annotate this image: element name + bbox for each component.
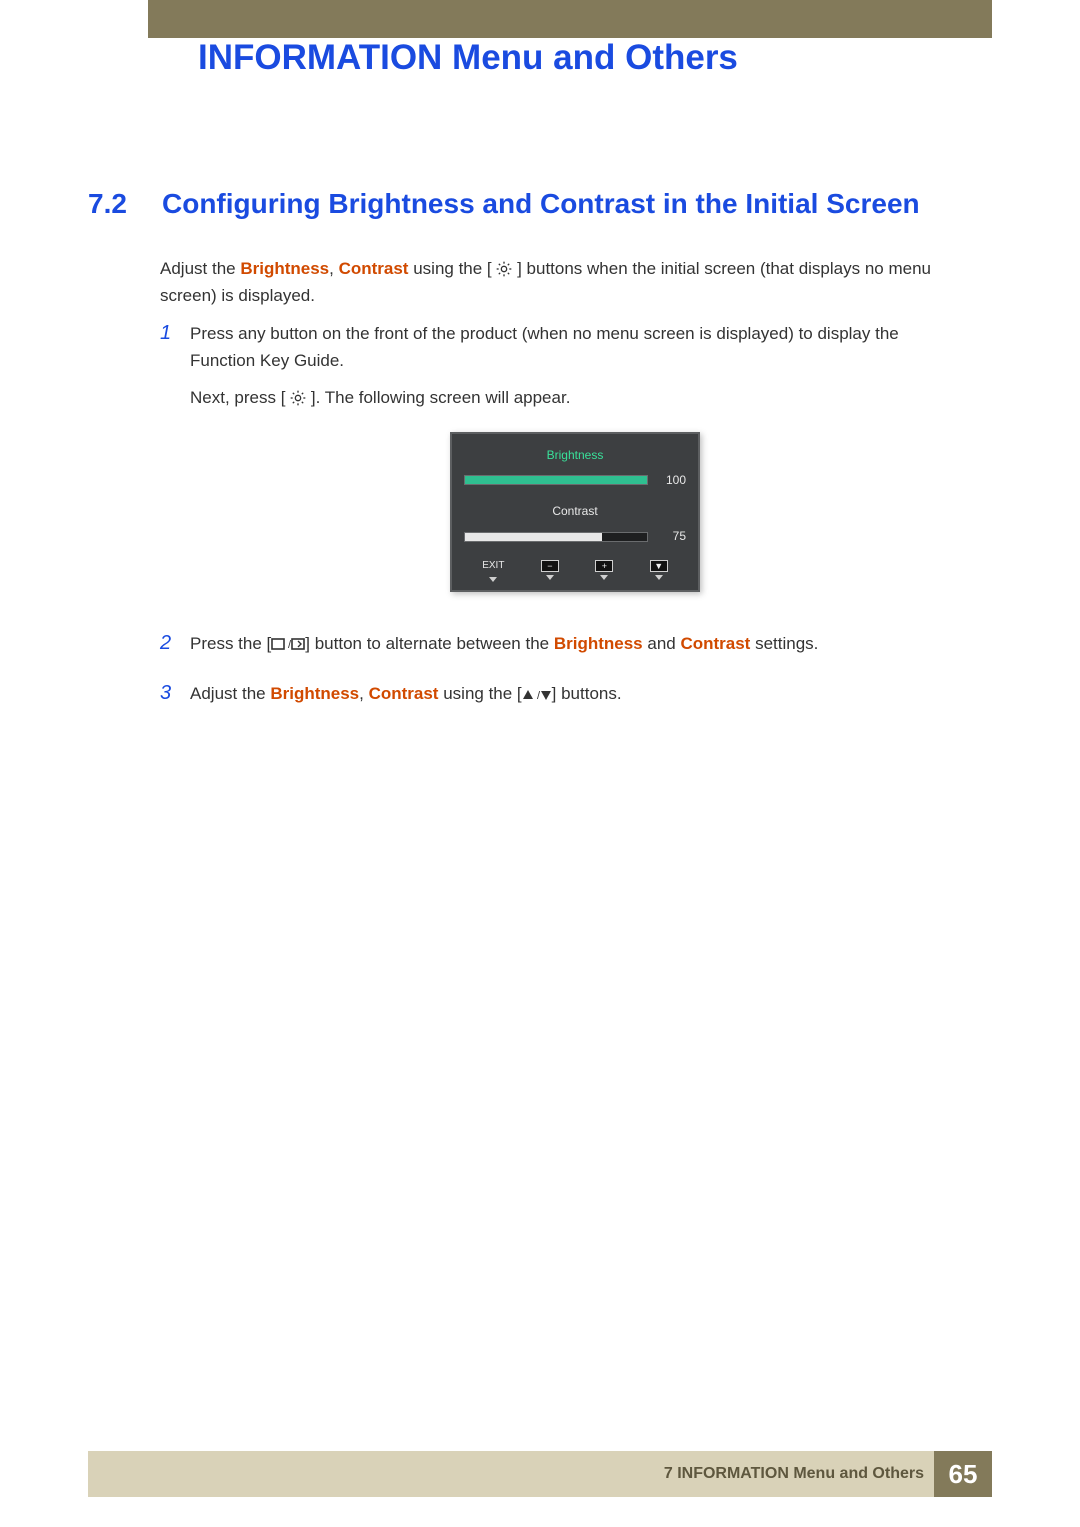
step-1-text: Press any button on the front of the pro… [190,320,960,374]
keyword-contrast: Contrast [369,684,439,703]
step-number: 2 [160,630,190,667]
step-2-text: settings. [750,634,818,653]
step-2: 2 Press the [/] button to alternate betw… [160,630,960,667]
sun-icon [496,259,512,278]
osd-brightness-value: 100 [658,471,686,490]
step-3-text: ] buttons. [552,684,622,703]
minus-icon: − [541,560,559,572]
step-3-text: using the [ [438,684,521,703]
footer-page-number: 65 [934,1451,992,1497]
osd-key-row: EXIT − + ▼ [464,558,686,582]
osd-contrast-bar [464,532,648,542]
arrow-down-icon [655,575,663,580]
footer-bar: 7 INFORMATION Menu and Others 65 [88,1451,992,1497]
section-number: 7.2 [88,188,127,220]
svg-text:/: / [537,690,541,701]
arrow-down-icon [489,577,497,582]
osd-brightness-bar [464,475,648,485]
manual-page: INFORMATION Menu and Others 7.2 Configur… [0,0,1080,1527]
step-list: 1 Press any button on the front of the p… [160,320,960,729]
source-switch-icon: / [271,634,305,653]
chapter-title: INFORMATION Menu and Others [198,38,738,78]
osd-key-minus: − [541,560,559,580]
section-title: Configuring Brightness and Contrast in t… [162,188,920,220]
up-down-triangle-icon: / [522,684,552,703]
step-number: 3 [160,680,190,717]
osd-contrast-value: 75 [658,527,686,546]
header-notch [88,0,148,56]
osd-contrast-fill [465,533,602,541]
intro-paragraph: Adjust the Brightness, Contrast using th… [160,255,960,323]
arrow-down-icon [546,575,554,580]
osd-key-down: ▼ [650,560,668,580]
plus-icon: + [595,560,613,572]
arrow-down-icon [600,575,608,580]
down-icon: ▼ [650,560,668,572]
step-1-next-pre: Next, press [ [190,388,290,407]
osd-brightness-row: 100 [464,471,686,490]
osd-key-plus: + [595,560,613,580]
osd-contrast-row: 75 [464,527,686,546]
step-3: 3 Adjust the Brightness, Contrast using … [160,680,960,717]
step-2-text: Press the [ [190,634,271,653]
osd-brightness-label: Brightness [464,446,686,465]
keyword-contrast: Contrast [680,634,750,653]
osd-exit-label: EXIT [482,558,504,574]
step-2-text: ] button to alternate between the [305,634,554,653]
osd-panel: Brightness 100 Contrast 75 EXIT − [450,432,700,593]
keyword-contrast: Contrast [339,259,409,278]
step-1: 1 Press any button on the front of the p… [160,320,960,618]
step-3-text: Adjust the [190,684,270,703]
header-ribbon [88,0,992,38]
footer-text: 7 INFORMATION Menu and Others [664,1465,924,1483]
intro-text: using the [ [408,259,496,278]
intro-text: Adjust the [160,259,240,278]
step-2-text: and [643,634,681,653]
keyword-brightness: Brightness [240,259,329,278]
osd-key-exit: EXIT [482,558,504,582]
osd-contrast-label: Contrast [464,502,686,521]
osd-screenshot: Brightness 100 Contrast 75 EXIT − [190,432,960,593]
step-number: 1 [160,320,190,618]
keyword-brightness: Brightness [270,684,359,703]
step-3-text: , [359,684,368,703]
keyword-brightness: Brightness [554,634,643,653]
osd-brightness-fill [465,476,647,484]
step-1-next-post: ]. The following screen will appear. [306,388,570,407]
intro-text: , [329,259,338,278]
sun-icon [290,388,306,407]
